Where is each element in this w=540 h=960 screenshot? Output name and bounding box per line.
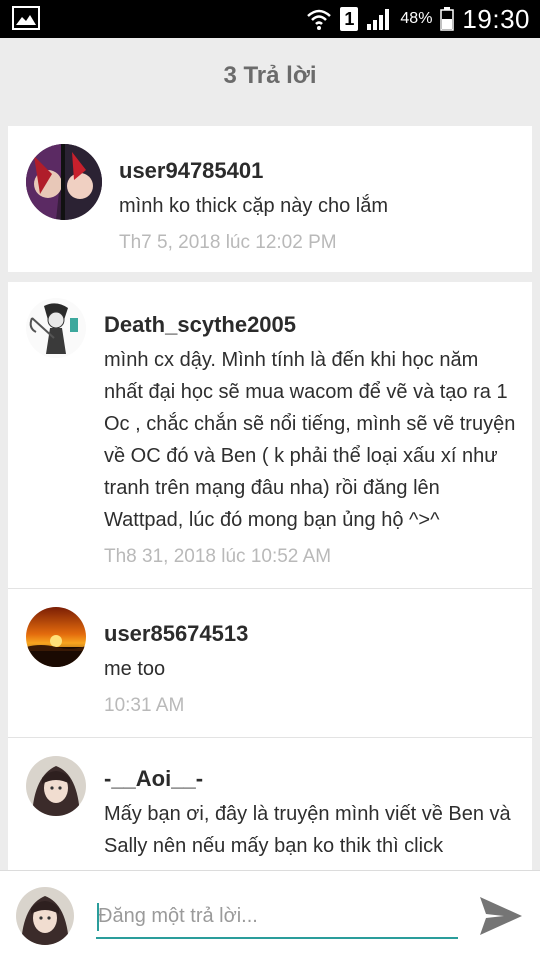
comment-timestamp: Th7 5, 2018 lúc 12:02 PM [119,232,337,253]
text-caret [97,903,99,931]
sim-icon: 1 [340,7,359,31]
comment-item: user85674513 me too 10:31 AM [8,589,532,737]
comment-item: user94785401 mình ko thick cặp này cho l… [8,126,532,272]
username[interactable]: user94785401 [119,158,263,184]
signal-icon [367,9,390,30]
reply-input[interactable] [96,895,458,939]
comment-card: user94785401 mình ko thick cặp này cho l… [8,126,532,272]
clock: 19:30 [462,3,530,34]
comment-item: Death_scythe2005 mình cx dậy. Mình tính … [8,282,532,588]
comment-card: Death_scythe2005 mình cx dậy. Mình tính … [8,282,532,870]
comment-timestamp: Th8 31, 2018 lúc 10:52 AM [104,546,332,567]
username[interactable]: Death_scythe2005 [104,312,296,338]
battery-icon [440,7,455,31]
reply-bar [0,870,540,960]
avatar[interactable] [26,607,86,667]
comment-text: mình cx dậy. Mình tính là đến khi học nă… [104,349,516,531]
comment-text: me too [104,658,166,680]
comment-timestamp: 10:31 AM [104,695,185,716]
comment-text: mình ko thick cặp này cho lắm [119,195,389,217]
avatar[interactable] [26,756,86,816]
username[interactable]: -__Aoi__- [104,766,203,792]
battery-percent: 48% [400,10,433,27]
username[interactable]: user85674513 [104,621,248,647]
replies-header: 3 Trả lời [0,38,540,114]
image-icon [12,6,40,30]
page-title: 3 Trả lời [223,62,317,89]
wifi-icon [307,9,332,30]
comment-item: -__Aoi__- Mấy bạn ơi, đây là truyện mình… [8,738,532,870]
my-avatar [16,887,74,945]
send-icon[interactable] [478,895,524,937]
avatar[interactable] [26,298,86,358]
comment-list[interactable]: user94785401 mình ko thick cặp này cho l… [0,114,540,870]
avatar[interactable] [26,144,102,220]
status-bar: 1 48% 19:30 [0,0,540,38]
comment-text: Mấy bạn ơi, đây là truyện mình viết về B… [104,803,511,857]
